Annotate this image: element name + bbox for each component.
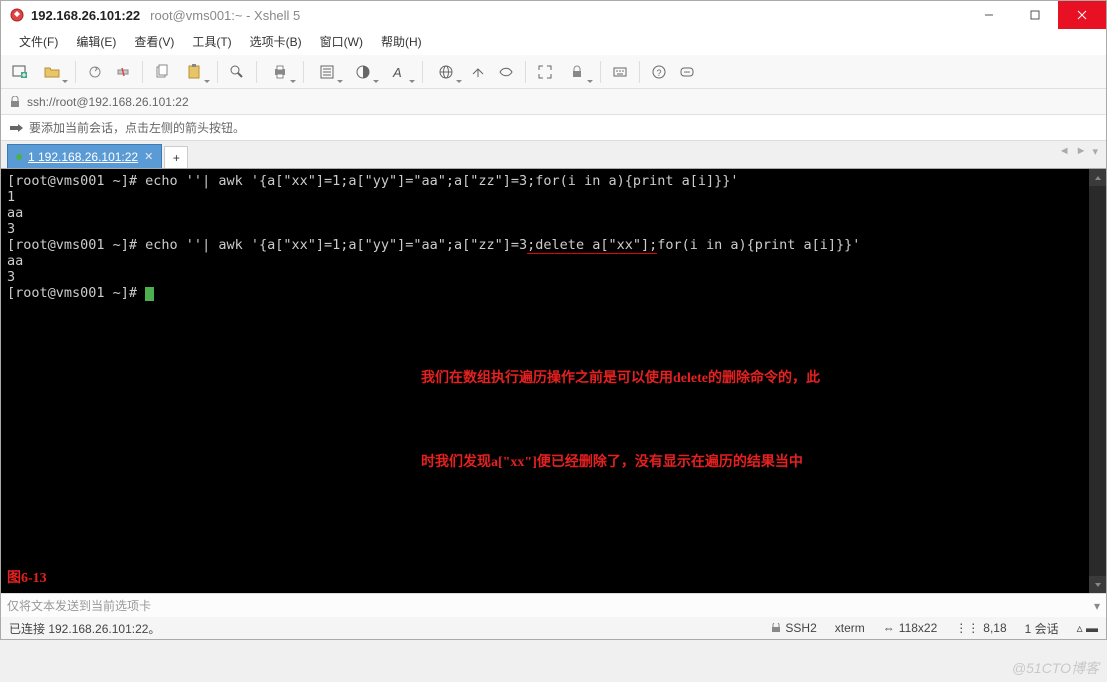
new-session-button[interactable] <box>7 59 33 85</box>
print-button[interactable] <box>263 59 297 85</box>
close-button[interactable] <box>1058 1 1106 29</box>
terminal-output[interactable]: [root@vms001 ~]# echo ''| awk '{a["xx"]=… <box>1 169 1106 593</box>
menu-help[interactable]: 帮助(H) <box>373 30 430 53</box>
disconnect-button[interactable] <box>110 59 136 85</box>
tab-list-button[interactable]: ▾ <box>1090 145 1100 158</box>
tunneling-button[interactable] <box>493 59 519 85</box>
terminal-line: 3 <box>7 221 15 237</box>
svg-text:A: A <box>392 65 402 80</box>
transfer-button[interactable] <box>465 59 491 85</box>
terminal-line: [root@vms001 ~]# echo ''| awk '{a["xx"]=… <box>7 173 739 189</box>
secure-icon <box>9 96 21 108</box>
terminal-highlight: ;delete a["xx"]; <box>527 237 657 254</box>
new-tab-button[interactable]: + <box>164 146 188 168</box>
connection-status-icon <box>16 154 22 160</box>
address-url: ssh://root@192.168.26.101:22 <box>27 95 189 109</box>
terminal-line: aa <box>7 205 23 221</box>
minimize-button[interactable] <box>966 1 1012 29</box>
menu-file[interactable]: 文件(F) <box>11 30 66 53</box>
paste-button[interactable] <box>177 59 211 85</box>
status-size: ⇔118x22 <box>883 621 937 635</box>
lock-icon <box>771 623 781 633</box>
scroll-down-button[interactable] <box>1089 576 1106 593</box>
menu-tools[interactable]: 工具(T) <box>184 30 239 53</box>
terminal-line: aa <box>7 253 23 269</box>
app-icon <box>9 7 25 23</box>
properties-button[interactable] <box>310 59 344 85</box>
status-term: xterm <box>835 621 865 635</box>
status-connection: 已连接 192.168.26.101:22。 <box>9 620 753 637</box>
tab-nav: ◄ ► ▾ <box>1057 145 1100 158</box>
status-bar: 已连接 192.168.26.101:22。 SSH2 xterm ⇔118x2… <box>1 617 1106 639</box>
hint-arrow-icon[interactable] <box>9 121 23 135</box>
font-button[interactable]: A <box>382 59 416 85</box>
tab-close-icon[interactable]: ✕ <box>144 150 153 163</box>
menu-edit[interactable]: 编辑(E) <box>68 30 124 53</box>
titlebar: 192.168.26.101:22 root@vms001:~ - Xshell… <box>1 1 1106 29</box>
status-position: ⋮⋮8,18 <box>955 621 1006 635</box>
hint-bar: 要添加当前会话，点击左侧的箭头按钮。 <box>1 115 1106 141</box>
status-sessions: 1 会话 <box>1025 620 1059 637</box>
keymap-button[interactable] <box>607 59 633 85</box>
reconnect-button[interactable] <box>82 59 108 85</box>
encoding-button[interactable] <box>429 59 463 85</box>
toolbar: A ? <box>1 55 1106 89</box>
annotation-text: 我们在数组执行遍历操作之前是可以使用delete的删除命令的，此 时我们发现a[… <box>421 309 820 505</box>
session-tab[interactable]: 1 192.168.26.101:22 ✕ <box>7 144 162 168</box>
lock-button[interactable] <box>560 59 594 85</box>
watermark: @51CTO博客 <box>1012 658 1099 678</box>
tab-prev-button[interactable]: ◄ <box>1057 145 1072 158</box>
fullscreen-button[interactable] <box>532 59 558 85</box>
tab-label: 1 192.168.26.101:22 <box>28 150 138 164</box>
maximize-button[interactable] <box>1012 1 1058 29</box>
title-ip: 192.168.26.101:22 <box>31 8 140 23</box>
copy-button[interactable] <box>149 59 175 85</box>
menu-view[interactable]: 查看(V) <box>126 30 182 53</box>
address-bar[interactable]: ssh://root@192.168.26.101:22 <box>1 89 1106 115</box>
scroll-track[interactable] <box>1089 186 1106 576</box>
menubar: 文件(F) 编辑(E) 查看(V) 工具(T) 选项卡(B) 窗口(W) 帮助(… <box>1 29 1106 55</box>
status-menu-icon[interactable]: ▵ ▬ <box>1077 621 1098 635</box>
tab-next-button[interactable]: ► <box>1074 145 1089 158</box>
menu-tabs[interactable]: 选项卡(B) <box>242 30 310 53</box>
terminal-line: 3 <box>7 269 15 285</box>
terminal-line: for(i in a){print a[i]}}' <box>657 237 860 253</box>
cursor-icon <box>145 287 154 301</box>
terminal-prompt: [root@vms001 ~]# <box>7 285 145 301</box>
tab-bar: 1 192.168.26.101:22 ✕ + ◄ ► ▾ <box>1 141 1106 169</box>
send-bar[interactable]: 仅将文本发送到当前选项卡 ▾ <box>1 593 1106 617</box>
terminal-line: 1 <box>7 189 15 205</box>
send-placeholder: 仅将文本发送到当前选项卡 <box>7 597 151 614</box>
help-icon[interactable]: ? <box>646 59 672 85</box>
vertical-scrollbar[interactable] <box>1089 169 1106 593</box>
menu-window[interactable]: 窗口(W) <box>312 30 371 53</box>
figure-label: 图6-13 <box>7 571 47 587</box>
scroll-up-button[interactable] <box>1089 169 1106 186</box>
svg-text:?: ? <box>657 68 662 78</box>
open-button[interactable] <box>35 59 69 85</box>
color-scheme-button[interactable] <box>346 59 380 85</box>
terminal-line: [root@vms001 ~]# echo ''| awk '{a["xx"]=… <box>7 237 527 253</box>
hint-text: 要添加当前会话，点击左侧的箭头按钮。 <box>29 119 245 136</box>
find-button[interactable] <box>224 59 250 85</box>
send-dropdown-icon[interactable]: ▾ <box>1094 599 1100 613</box>
compose-button[interactable] <box>674 59 700 85</box>
title-subtitle: root@vms001:~ - Xshell 5 <box>150 8 300 23</box>
status-protocol: SSH2 <box>771 621 816 635</box>
